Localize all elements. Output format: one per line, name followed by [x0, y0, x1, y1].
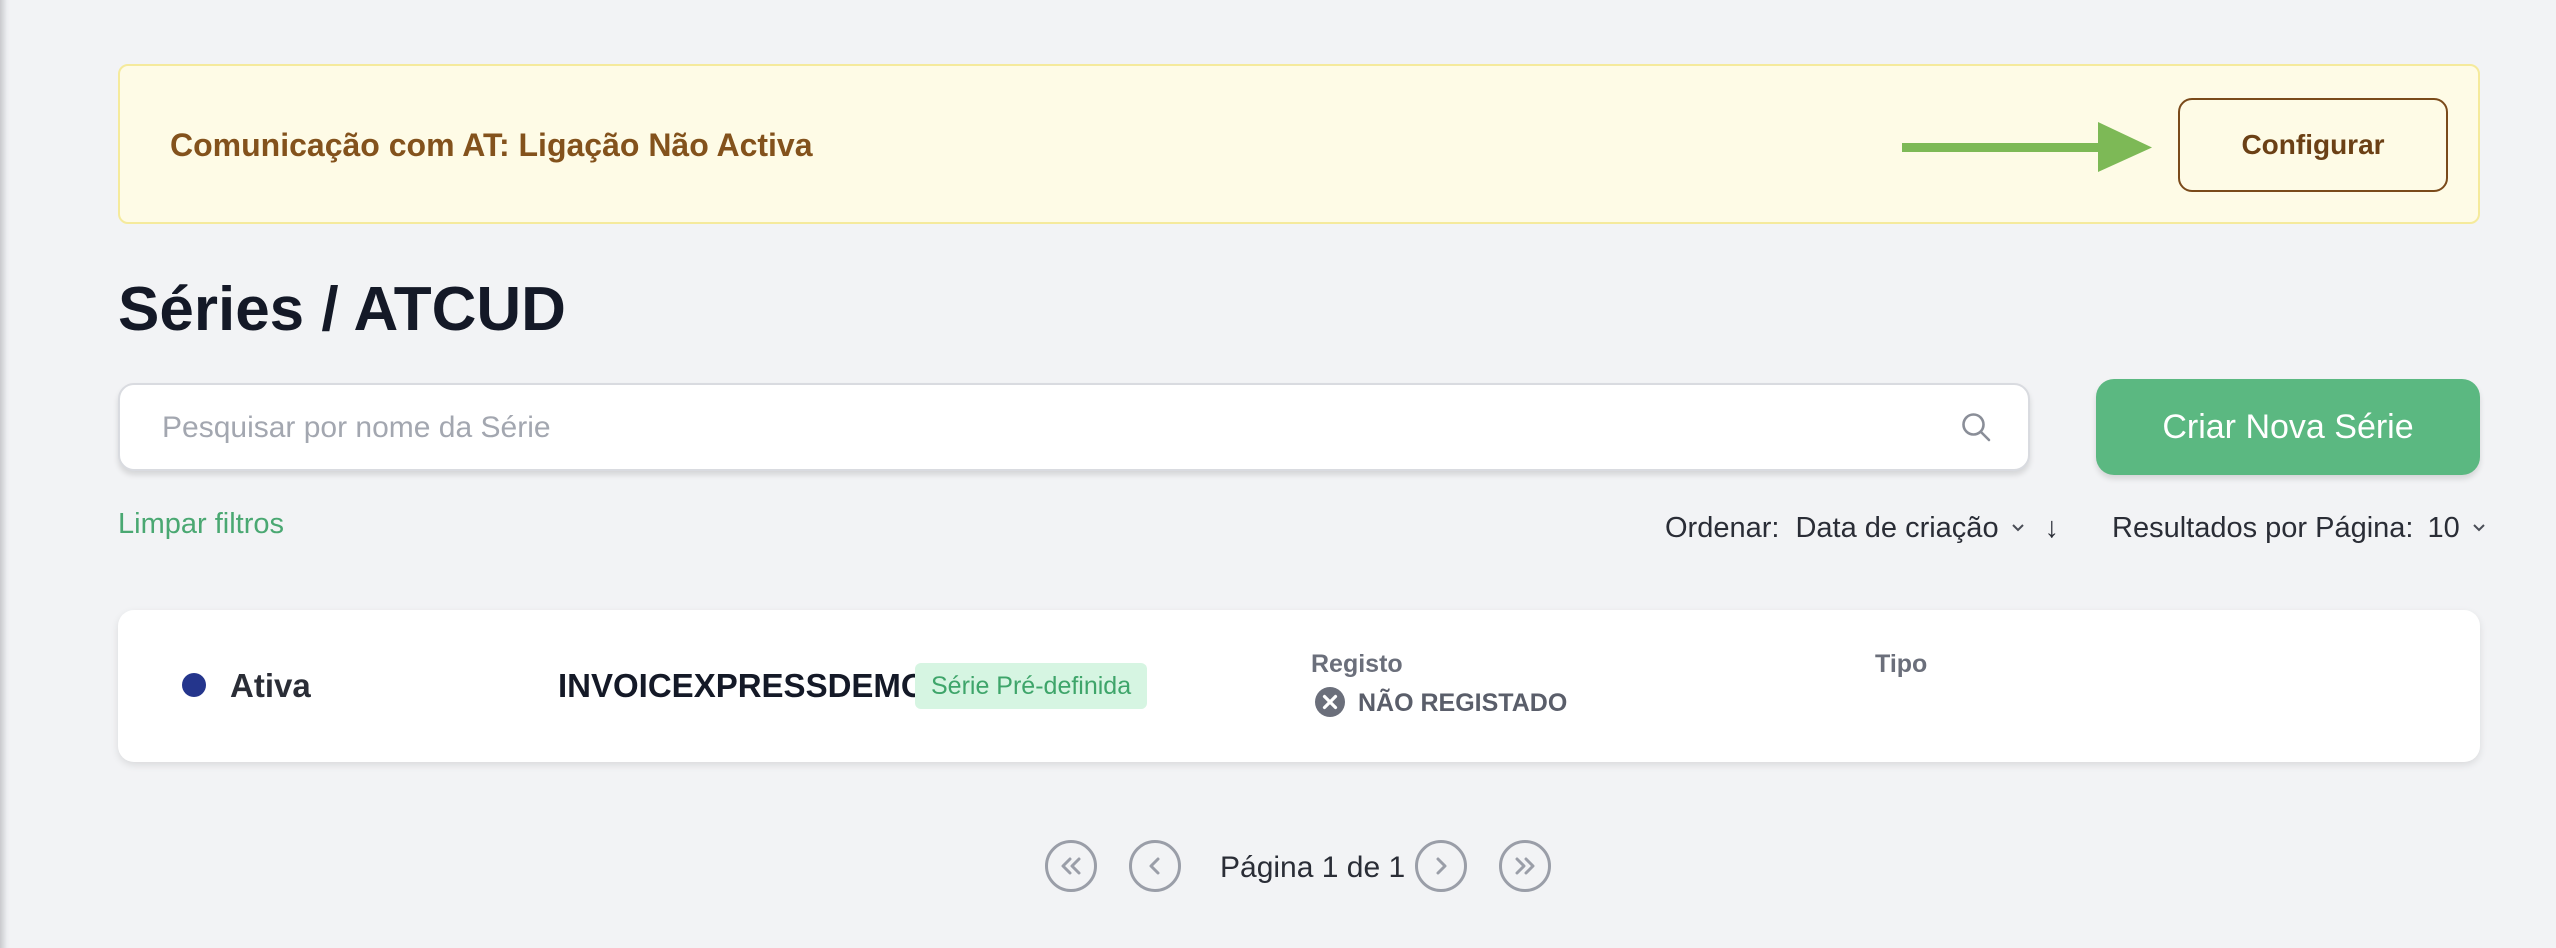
arrow-right-icon [1902, 122, 2152, 172]
create-series-button[interactable]: Criar Nova Série [2096, 379, 2480, 475]
chevron-down-icon [2011, 524, 2024, 532]
series-list-item[interactable]: Ativa INVOICEXPRESSDEMO Série Pré-defini… [118, 610, 2480, 762]
first-page-button[interactable] [1045, 840, 1097, 892]
banner-message: Comunicação com AT: Ligação Não Activa [170, 127, 813, 163]
sort-label: Ordenar: [1665, 511, 1780, 544]
page-indicator: Página 1 de 1 [1220, 851, 1406, 884]
page-title: Séries / ATCUD [118, 275, 566, 344]
sort-direction-toggle[interactable]: ↓ [2045, 512, 2060, 545]
status-dot-icon [182, 673, 206, 697]
registo-status: NÃO REGISTADO [1358, 689, 1568, 717]
window-edge-shadow [0, 0, 10, 948]
sort-value: Data de criação [1795, 511, 1999, 544]
chevrons-right-icon [1515, 857, 1535, 875]
at-connection-banner: Comunicação com AT: Ligação Não Activa C… [118, 64, 2480, 224]
per-page-control: Resultados por Página: 10 [2112, 508, 2486, 548]
series-name: INVOICEXPRESSDEMO [558, 667, 927, 704]
last-page-button[interactable] [1499, 840, 1551, 892]
previous-page-button[interactable] [1129, 840, 1181, 892]
pagination: Página 1 de 1 [0, 840, 2556, 896]
configure-button[interactable]: Configurar [2178, 98, 2448, 192]
registo-label: Registo [1311, 650, 1403, 678]
tipo-label: Tipo [1875, 650, 1928, 678]
sort-control: Ordenar: Data de criação ↓ [1665, 508, 2059, 548]
next-page-button[interactable] [1415, 840, 1467, 892]
per-page-label: Resultados por Página: [2112, 511, 2414, 544]
search-box [118, 383, 2030, 471]
per-page-value: 10 [2427, 511, 2460, 544]
predefined-series-badge: Série Pré-definida [915, 663, 1148, 709]
series-status: Ativa [230, 667, 311, 704]
close-circle-icon [1315, 687, 1345, 717]
chevron-left-icon [1149, 857, 1160, 875]
clear-filters-link[interactable]: Limpar filtros [118, 508, 284, 541]
search-icon[interactable] [1960, 411, 1992, 443]
chevrons-left-icon [1061, 857, 1081, 875]
chevron-right-icon [1436, 857, 1447, 875]
sort-select[interactable]: Data de criação [1795, 512, 2024, 545]
per-page-select[interactable]: 10 [2427, 512, 2485, 545]
search-input[interactable] [160, 385, 1944, 471]
chevron-down-icon [2473, 524, 2485, 532]
